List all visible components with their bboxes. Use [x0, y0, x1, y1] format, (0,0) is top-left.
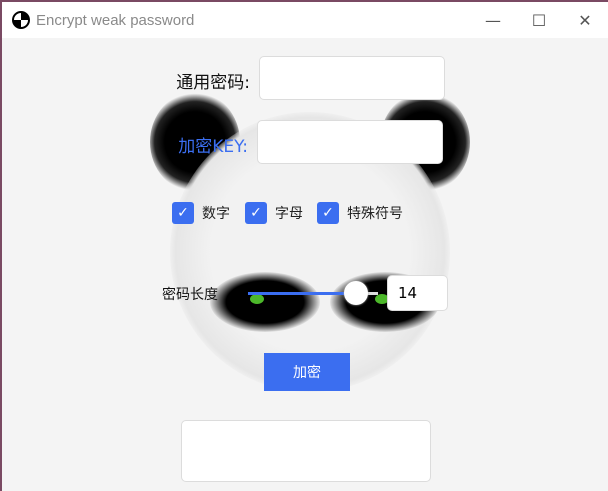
- output-textarea[interactable]: [181, 420, 431, 482]
- window-title: Encrypt weak password: [36, 11, 195, 29]
- checkbox-label: 数字: [202, 206, 230, 222]
- minimize-button[interactable]: —: [470, 2, 516, 38]
- maximize-button[interactable]: ☐: [516, 2, 562, 38]
- app-window: Encrypt weak password — ☐ ✕ 通用密码: 加密KEY:…: [2, 2, 608, 491]
- checkbox-checked-icon: ✓: [172, 202, 194, 224]
- length-input[interactable]: [387, 275, 448, 311]
- slider-thumb[interactable]: [343, 281, 368, 305]
- checkbox-letters[interactable]: ✓ 字母: [245, 202, 303, 224]
- encrypt-button[interactable]: 加密: [264, 353, 350, 391]
- title-bar: Encrypt weak password — ☐ ✕: [2, 2, 608, 38]
- checkbox-special-chars[interactable]: ✓ 特殊符号: [317, 202, 403, 224]
- app-logo-icon: [12, 11, 30, 29]
- key-input[interactable]: [257, 120, 443, 164]
- length-label: 密码长度: [162, 287, 218, 303]
- checkbox-label: 特殊符号: [347, 206, 403, 222]
- checkbox-checked-icon: ✓: [245, 202, 267, 224]
- password-label: 通用密码:: [176, 73, 250, 93]
- checkbox-label: 字母: [275, 206, 303, 222]
- slider-fill: [248, 292, 356, 295]
- checkbox-checked-icon: ✓: [317, 202, 339, 224]
- length-slider[interactable]: [248, 281, 378, 305]
- key-label: 加密KEY:: [178, 137, 248, 157]
- password-input[interactable]: [259, 56, 445, 100]
- close-button[interactable]: ✕: [562, 2, 608, 38]
- checkbox-digits[interactable]: ✓ 数字: [172, 202, 230, 224]
